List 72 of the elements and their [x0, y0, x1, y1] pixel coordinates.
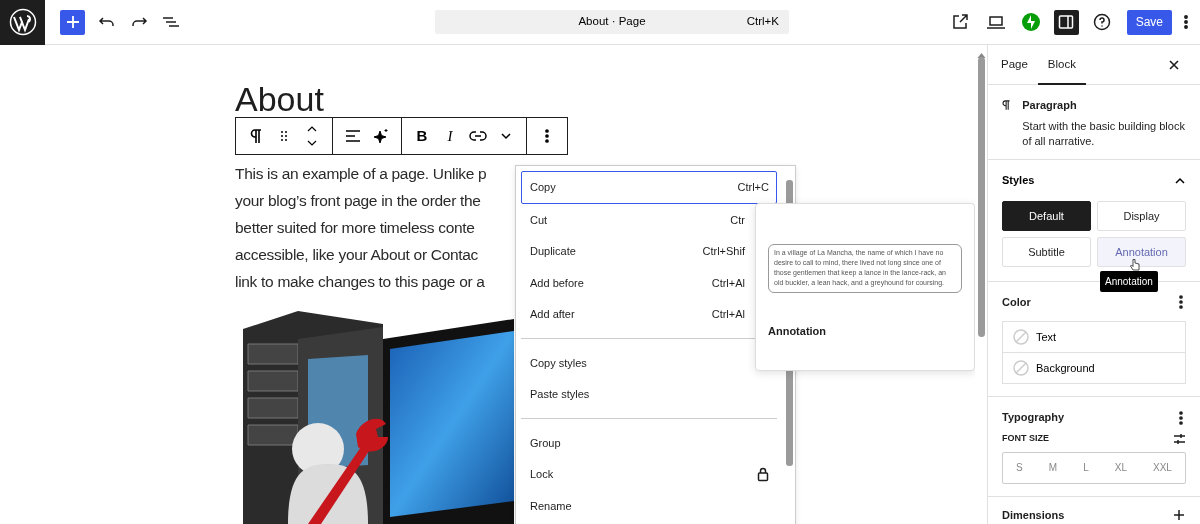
menu-item[interactable]: Copy Ctrl+C	[521, 171, 777, 204]
page-title: About · Page	[578, 14, 646, 30]
kebab-icon	[1184, 14, 1188, 30]
kebab-icon	[1179, 410, 1183, 425]
font-size-option[interactable]: S	[1016, 460, 1023, 476]
list-view-icon	[162, 14, 180, 30]
empty-swatch-icon	[1013, 360, 1029, 377]
sliders-icon	[1172, 432, 1186, 445]
tooltip: Annotation	[1100, 270, 1158, 292]
custom-size-button[interactable]	[1172, 431, 1186, 446]
add-button[interactable]	[1172, 508, 1186, 523]
section-title: Dimensions	[1002, 507, 1065, 523]
command-palette-bar[interactable]: About · Page Ctrl+K	[435, 10, 789, 34]
keyboard-shortcut: Ctrl+Shif	[702, 244, 745, 259]
section-title: Color	[1002, 294, 1031, 310]
pilcrow-icon	[250, 128, 262, 144]
font-size-option[interactable]: XL	[1114, 460, 1127, 476]
italic-button[interactable]: I	[436, 118, 464, 154]
style-option[interactable]: Subtitle	[1002, 236, 1091, 267]
external-link-icon	[950, 13, 971, 31]
sidebar-tab[interactable]: Block	[1037, 44, 1086, 85]
options-button[interactable]	[1176, 409, 1186, 426]
bold-button[interactable]: B	[408, 118, 436, 154]
empty-swatch-icon	[1013, 329, 1029, 346]
sparkle-icon	[373, 128, 389, 144]
add-block-button[interactable]	[60, 9, 85, 35]
font-size-option[interactable]: L	[1083, 460, 1089, 476]
style-option[interactable]: Default	[1002, 200, 1091, 231]
laptop-icon	[985, 13, 1006, 31]
sidebar-tab[interactable]: Page	[991, 44, 1038, 85]
color-setting[interactable]: Background	[1002, 352, 1186, 385]
keyboard-shortcut: Ctrl+C	[737, 180, 769, 196]
block-description: Start with the basic building block of all narrative.	[1022, 118, 1186, 149]
settings-sidebar-toggle[interactable]	[1053, 9, 1079, 35]
section-title: Typography	[1002, 410, 1065, 426]
style-option[interactable]: Display	[1097, 200, 1186, 231]
keyboard-shortcut: Ctrl+Al	[711, 275, 745, 291]
styles-panel-toggle[interactable]: Styles	[1002, 172, 1186, 189]
pilcrow-icon	[1002, 97, 1011, 113]
kebab-icon	[1179, 295, 1183, 310]
keyboard-shortcut: Ctrl+Al	[711, 307, 745, 322]
font-size-option[interactable]: XXL	[1153, 460, 1172, 476]
chevron-icon	[1174, 176, 1186, 185]
keyboard-shortcut: Ctrl+K	[746, 14, 779, 30]
wordpress-logo[interactable]	[0, 0, 45, 45]
plus-icon	[1173, 509, 1185, 522]
scrollbar-thumb[interactable]	[978, 57, 985, 337]
color-setting[interactable]: Text	[1002, 321, 1186, 354]
align-left-icon	[345, 129, 361, 143]
plus-icon	[65, 15, 80, 29]
paragraph-text[interactable]: This is an example of a page. Unlike p your blog’s front page in the order the better suited for more timeless conte accessible, like your About or Contac link to make changes to this page or a	[235, 160, 515, 295]
font-size-option[interactable]: M	[1048, 460, 1058, 476]
close-icon	[1168, 58, 1180, 71]
save-button[interactable]: Save	[1126, 9, 1172, 35]
field-label: FONT SIZE	[1002, 432, 1049, 446]
up-down-chevron-icon	[306, 125, 318, 147]
lightning-circle-icon	[1020, 12, 1041, 32]
options-button[interactable]	[1176, 294, 1186, 311]
lock-icon	[757, 466, 769, 483]
chevron-down-icon	[500, 132, 512, 140]
hand-cursor-icon	[1130, 257, 1140, 271]
kebab-icon	[545, 128, 549, 144]
drag-handle-icon	[280, 130, 288, 142]
preview-label: Annotation	[768, 323, 828, 339]
sidebar-icon	[1058, 14, 1075, 30]
page-heading[interactable]: About	[235, 81, 324, 119]
link-icon	[469, 130, 487, 142]
help-icon	[1092, 13, 1111, 31]
style-option[interactable]: Annotation	[1097, 236, 1186, 267]
block-title: Paragraph	[1022, 98, 1078, 113]
keyboard-shortcut: Ctr	[730, 212, 745, 228]
wordpress-icon	[8, 8, 37, 36]
